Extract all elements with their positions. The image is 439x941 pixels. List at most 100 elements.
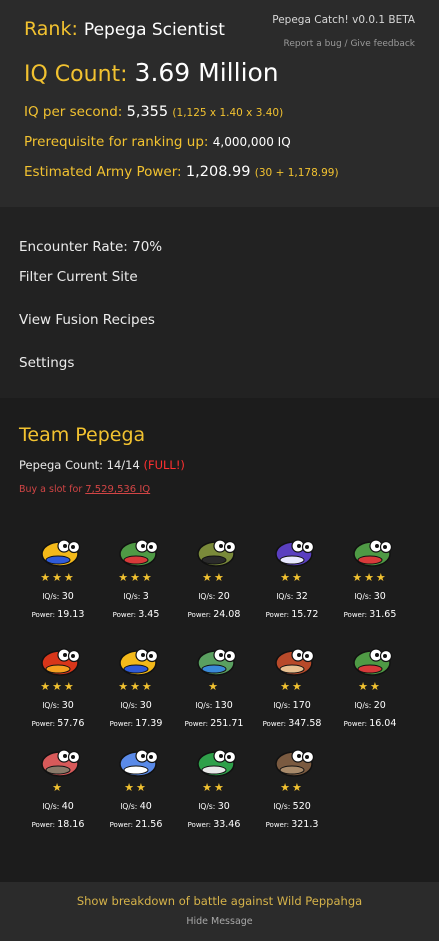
- iq-count-line: IQ Count: 3.69 Million: [24, 58, 279, 87]
- army-power-value: 1,208.99: [185, 164, 251, 180]
- pepega-power: Power: 18.16: [31, 819, 85, 830]
- star-rating: ★★★: [118, 680, 154, 693]
- buy-slot-link[interactable]: 7,529,536 IQ: [85, 484, 150, 495]
- army-power-breakdown: (30 + 1,178.99): [254, 167, 339, 179]
- buy-slot-text: Buy a slot for: [19, 484, 83, 495]
- pepega-power: Power: 16.04: [343, 718, 397, 729]
- pepega-iq-per-second: IQ/s: 40: [120, 801, 152, 812]
- star-rating: ★★★: [40, 680, 76, 693]
- pepega-card[interactable]: ★★ IQ/s: 32 Power: 15.72: [257, 536, 327, 636]
- iq-per-second-line: IQ per second: 5,355 (1,125 x 1.40 x 3.4…: [24, 104, 283, 120]
- star-rating: ★★: [280, 571, 304, 584]
- rank-value: Pepega Scientist: [83, 20, 225, 40]
- pepega-iq-per-second: IQ/s: 30: [42, 700, 74, 711]
- pepega-count-label: Pepega Count:: [19, 458, 104, 472]
- star-rating: ★★: [202, 781, 226, 794]
- star-rating: ★★★: [40, 571, 76, 584]
- pepega-power: Power: 321.3: [265, 819, 319, 830]
- team-panel: Team Pepega Pepega Count: 14/14 (FULL!) …: [0, 398, 439, 882]
- star-rating: ★★: [202, 571, 226, 584]
- pepega-card[interactable]: ★★★ IQ/s: 30 Power: 31.65: [335, 536, 405, 636]
- hide-message-button[interactable]: Hide Message: [0, 916, 439, 927]
- view-fusion-recipes-button[interactable]: View Fusion Recipes: [19, 312, 155, 328]
- pepega-iq-per-second: IQ/s: 40: [42, 801, 74, 812]
- pepega-card[interactable]: ★★★ IQ/s: 30 Power: 57.76: [23, 645, 93, 745]
- star-rating: ★★: [280, 781, 304, 794]
- star-rating: ★: [52, 781, 64, 794]
- pepega-iq-per-second: IQ/s: 30: [354, 591, 386, 602]
- pepega-card[interactable]: ★★ IQ/s: 40 Power: 21.56: [101, 746, 171, 846]
- pepega-power: Power: 21.56: [109, 819, 163, 830]
- green-pepega-icon: [197, 749, 237, 777]
- pepega-iq-per-second: IQ/s: 20: [354, 700, 386, 711]
- bandana-pepega-icon: [197, 648, 237, 676]
- buy-slot-line: Buy a slot for 7,529,536 IQ: [19, 484, 150, 495]
- star-rating: ★★: [124, 781, 148, 794]
- pepega-card[interactable]: ★★ IQ/s: 30 Power: 33.46: [179, 746, 249, 846]
- pepega-iq-per-second: IQ/s: 130: [195, 700, 233, 711]
- pepega-power: Power: 31.65: [343, 609, 397, 620]
- star-rating: ★★★: [118, 571, 154, 584]
- pepega-iq-per-second: IQ/s: 30: [42, 591, 74, 602]
- prerequisite-value: 4,000,000 IQ: [212, 135, 291, 149]
- pepega-iq-per-second: IQ/s: 20: [198, 591, 230, 602]
- pepega-power: Power: 3.45: [112, 609, 160, 620]
- pepega-card[interactable]: ★★★ IQ/s: 30 Power: 17.39: [101, 645, 171, 745]
- rank-line: Rank: Pepega Scientist: [24, 18, 225, 40]
- pepega-iq-per-second: IQ/s: 32: [276, 591, 308, 602]
- pepega-icon: [353, 539, 393, 567]
- star-rating: ★★: [280, 680, 304, 693]
- pepega-power: Power: 24.08: [187, 609, 241, 620]
- pepega-power: Power: 15.72: [265, 609, 319, 620]
- pepega-card[interactable]: ★★ IQ/s: 20 Power: 24.08: [179, 536, 249, 636]
- feedback-link[interactable]: Report a bug / Give feedback: [284, 39, 416, 49]
- pepega-icon: [119, 539, 159, 567]
- iq-per-second-label: IQ per second:: [24, 104, 123, 120]
- iq-count-value: 3.69 Million: [134, 58, 279, 87]
- army-power-label: Estimated Army Power:: [24, 164, 182, 180]
- pepega-iq-per-second: IQ/s: 170: [273, 700, 311, 711]
- pepega-iq-per-second: IQ/s: 30: [120, 700, 152, 711]
- pepega-power: Power: 19.13: [31, 609, 85, 620]
- pepega-card[interactable]: ★★★ IQ/s: 30 Power: 19.13: [23, 536, 93, 636]
- golden-pepega-icon: [41, 539, 81, 567]
- star-rating: ★★: [358, 680, 382, 693]
- prerequisite-label: Prerequisite for ranking up:: [24, 134, 209, 150]
- rank-label: Rank:: [24, 18, 78, 40]
- encounter-rate-button[interactable]: Encounter Rate: 70%: [19, 239, 162, 255]
- battle-message-bar: Show breakdown of battle against Wild Pe…: [0, 882, 439, 941]
- pepega-card[interactable]: ★★ IQ/s: 170 Power: 347.58: [257, 645, 327, 745]
- version-text: Pepega Catch! v0.0.1 BETA: [272, 14, 415, 26]
- pepega-iq-per-second: IQ/s: 520: [273, 801, 311, 812]
- pepega-power: Power: 347.58: [262, 718, 322, 729]
- pepega-card[interactable]: ★ IQ/s: 40 Power: 18.16: [23, 746, 93, 846]
- pepega-card[interactable]: ★★★ IQ/s: 3 Power: 3.45: [101, 536, 171, 636]
- full-badge: (FULL!): [143, 458, 185, 472]
- pepega-card[interactable]: ★★ IQ/s: 520 Power: 321.3: [257, 746, 327, 846]
- settings-button[interactable]: Settings: [19, 355, 74, 371]
- pepega-power: Power: 17.39: [109, 718, 163, 729]
- menu-panel: Encounter Rate: 70% Filter Current Site …: [0, 207, 439, 398]
- pepega-power: Power: 57.76: [31, 718, 85, 729]
- pepega-icon: [353, 648, 393, 676]
- pepega-card[interactable]: ★ IQ/s: 130 Power: 251.71: [179, 645, 249, 745]
- star-rating: ★: [208, 680, 220, 693]
- pepega-count-line: Pepega Count: 14/14 (FULL!): [19, 458, 185, 472]
- pepega-power: Power: 251.71: [184, 718, 244, 729]
- fire-pepega-icon: [41, 648, 81, 676]
- encounter-rate-label: Encounter Rate:: [19, 239, 128, 255]
- prerequisite-line: Prerequisite for ranking up: 4,000,000 I…: [24, 134, 291, 150]
- iq-per-second-breakdown: (1,125 x 1.40 x 3.40): [172, 107, 284, 119]
- pepega-card[interactable]: ★★ IQ/s: 20 Power: 16.04: [335, 645, 405, 745]
- pepega-power: Power: 33.46: [187, 819, 241, 830]
- pepega-iq-per-second: IQ/s: 30: [198, 801, 230, 812]
- army-power-line: Estimated Army Power: 1,208.99 (30 + 1,1…: [24, 164, 339, 180]
- soldier-pepega-icon: [197, 539, 237, 567]
- battle-breakdown-link[interactable]: Show breakdown of battle against Wild Pe…: [0, 894, 439, 908]
- filter-current-site-button[interactable]: Filter Current Site: [19, 269, 138, 285]
- hat-pepega-icon: [41, 749, 81, 777]
- star-rating: ★★★: [352, 571, 388, 584]
- pepega-iq-per-second: IQ/s: 3: [123, 591, 149, 602]
- purple-pepega-icon: [275, 539, 315, 567]
- encounter-rate-value: 70%: [132, 239, 163, 255]
